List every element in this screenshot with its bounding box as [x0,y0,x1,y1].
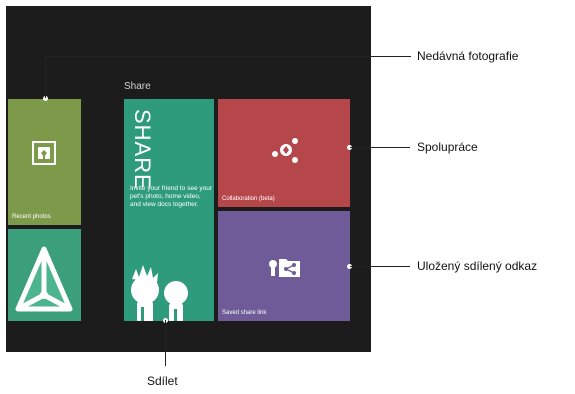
saved-share-link-label: Saved share link [222,310,267,316]
group-title: Share [124,81,151,92]
share-tile[interactable]: SHARE Invite your friend to see your pet… [124,99,214,321]
recent-photo-callout: Nedávná fotografie [417,49,519,63]
collaboration-icon [270,135,300,170]
recent-photo-callout-line-h [45,56,411,57]
share-tile-description: Invite your friend to see your pet's pho… [130,185,213,208]
saved-link-callout: Uložený sdílený odkaz [417,259,538,273]
collaboration-callout: Spolupráce [417,140,478,154]
map-tile[interactable] [8,229,81,321]
saved-link-callout-line [350,266,410,267]
pet-characters-icon [126,257,194,321]
photo-frame-icon [32,141,56,170]
recent-photo-callout-line-v [45,56,46,98]
share-callout-line [165,320,166,366]
triangle-logo-icon [12,243,76,321]
collaboration-callout-line [350,147,410,148]
share-tile-title: SHARE [130,109,155,190]
key-folder-share-icon [268,255,302,284]
collaboration-label: Collaboration (beta) [222,196,275,202]
collaboration-tile[interactable]: Collaboration (beta) [218,99,350,207]
saved-share-link-tile[interactable]: Saved share link [218,211,350,321]
share-callout: Sdílet [147,374,178,388]
recent-photos-label: Recent photos [12,214,51,220]
recent-photos-tile[interactable]: Recent photos [8,99,81,225]
start-screen: Share Recent photos SHARE Invite your fr… [6,6,371,352]
